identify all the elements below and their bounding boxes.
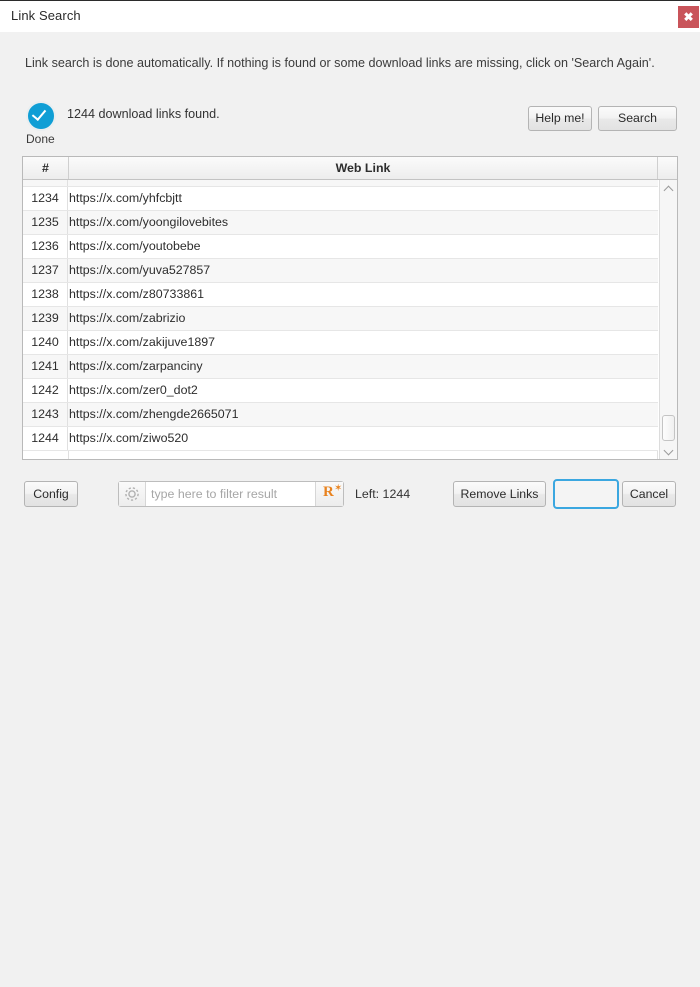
table-row[interactable]: 1242 https://x.com/zer0_dot2	[23, 379, 658, 403]
row-index: 1242	[23, 379, 68, 402]
row-link: https://x.com/zakijuve1897	[69, 335, 216, 349]
scroll-up-arrow-icon[interactable]	[660, 180, 677, 197]
row-index: 1243	[23, 403, 68, 426]
table-row[interactable]: 1244 https://x.com/ziwo520	[23, 427, 658, 451]
search-button[interactable]: Search	[598, 106, 677, 131]
close-icon: ✖	[683, 10, 694, 24]
check-mark	[31, 105, 47, 122]
row-link: https://x.com/yhfcbjtt	[69, 191, 182, 205]
chevron-down-icon	[663, 445, 674, 456]
help-button[interactable]: Help me!	[528, 106, 592, 131]
table-row[interactable]: 1236 https://x.com/youtobebe	[23, 235, 658, 259]
table-rows-viewport: 1234 https://x.com/yhfcbjtt 1235 https://x.…	[23, 180, 658, 459]
table-scrollbar[interactable]	[659, 180, 677, 459]
row-link: https://x.com/z80733861	[69, 287, 205, 301]
instruction-text: Link search is done automatically. If no…	[25, 56, 655, 70]
column-header-weblink[interactable]: Web Link	[69, 157, 658, 179]
window-title: Link Search	[11, 8, 81, 23]
close-button[interactable]: ✖	[678, 6, 699, 28]
row-link: https://x.com/zer0_dot2	[69, 383, 198, 397]
confirm-button-focus-ring: Confirm	[553, 479, 619, 509]
link-search-dialog: Link Search ✖ Link search is done automa…	[0, 0, 700, 531]
status-message: 1244 download links found.	[67, 107, 220, 121]
regex-toggle-button[interactable]: R ✶	[315, 482, 343, 506]
table-row[interactable]: 1238 https://x.com/z80733861	[23, 283, 658, 307]
link-table: # Web Link 1234 https://x.com/yhfcbjtt 123…	[22, 156, 678, 460]
row-index: 1239	[23, 307, 68, 330]
regex-r-icon: R	[323, 484, 334, 500]
status-icon-wrapper	[26, 101, 56, 131]
cancel-button[interactable]: Cancel	[622, 481, 676, 507]
table-header-row: # Web Link	[23, 157, 677, 180]
chevron-up-icon	[663, 185, 674, 196]
row-index: 1241	[23, 355, 68, 378]
row-link: https://x.com/zabrizio	[69, 311, 186, 325]
column-header-index[interactable]: #	[23, 157, 69, 179]
left-count-label: Left: 1244	[355, 487, 411, 501]
gear-icon[interactable]	[119, 482, 146, 506]
row-index: 1240	[23, 331, 68, 354]
table-row[interactable]: 1234 https://x.com/yhfcbjtt	[23, 187, 658, 211]
table-row[interactable]	[23, 180, 658, 187]
table-row[interactable]: 1240 https://x.com/zakijuve1897	[23, 331, 658, 355]
row-index: 1244	[23, 427, 68, 450]
table-row[interactable]: 1235 https://x.com/yoongilovebites	[23, 211, 658, 235]
remove-links-button[interactable]: Remove Links	[453, 481, 546, 507]
row-link: https://x.com/zhengde2665071	[69, 407, 239, 421]
filter-bar: R ✶	[118, 481, 344, 507]
table-rows: 1234 https://x.com/yhfcbjtt 1235 https://x.…	[23, 180, 658, 451]
row-index	[23, 180, 68, 186]
table-row[interactable]: 1237 https://x.com/yuva527857	[23, 259, 658, 283]
regex-star-icon: ✶	[334, 483, 343, 494]
status-sub-label: Done	[26, 132, 55, 146]
column-header-extra[interactable]	[658, 157, 677, 179]
row-link: https://x.com/zarpanciny	[69, 359, 203, 373]
row-index: 1235	[23, 211, 68, 234]
scrollbar-thumb[interactable]	[662, 415, 675, 441]
row-link: https://x.com/yuva527857	[69, 263, 211, 277]
table-row[interactable]: 1241 https://x.com/zarpanciny	[23, 355, 658, 379]
table-row[interactable]: 1243 https://x.com/zhengde2665071	[23, 403, 658, 427]
filter-input[interactable]	[147, 482, 313, 506]
row-index: 1237	[23, 259, 68, 282]
row-link: https://x.com/youtobebe	[69, 239, 201, 253]
table-row[interactable]: 1239 https://x.com/zabrizio	[23, 307, 658, 331]
check-circle-icon	[26, 101, 56, 131]
row-link: https://x.com/ziwo520	[69, 431, 189, 445]
row-index: 1238	[23, 283, 68, 306]
scroll-down-arrow-icon[interactable]	[660, 443, 677, 459]
row-index: 1234	[23, 187, 68, 210]
row-link: https://x.com/yoongilovebites	[69, 215, 229, 229]
config-button[interactable]: Config	[24, 481, 78, 507]
title-bar: Link Search ✖	[0, 0, 700, 32]
row-index: 1236	[23, 235, 68, 258]
